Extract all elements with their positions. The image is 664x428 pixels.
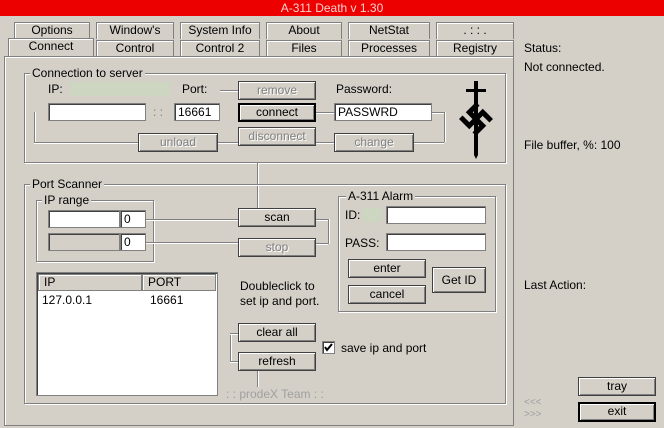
connector-line xyxy=(432,112,444,114)
credit-text: : : prodeX Team : : xyxy=(226,387,324,401)
scan-button[interactable]: scan xyxy=(238,208,316,227)
save-ip-port-label[interactable]: save ip and port xyxy=(341,341,426,355)
connector-line xyxy=(34,142,138,144)
connect-button[interactable]: connect xyxy=(238,103,316,122)
tray-button[interactable]: tray xyxy=(578,377,656,396)
clear-all-button[interactable]: clear all xyxy=(238,323,316,342)
ip-label: IP: xyxy=(48,82,63,96)
cancel-button[interactable]: cancel xyxy=(348,285,426,304)
alarm-pass-input[interactable] xyxy=(386,233,486,251)
alarm-id-highlight xyxy=(362,208,382,222)
tab-processes[interactable]: Processes xyxy=(348,40,430,57)
tab-connect[interactable]: Connect xyxy=(8,38,94,57)
connector-line xyxy=(34,112,36,142)
status-label: Status: xyxy=(524,41,562,55)
list-header-port[interactable]: PORT xyxy=(142,274,216,291)
password-input[interactable]: PASSWRD xyxy=(334,103,432,121)
tab-netstat[interactable]: NetStat xyxy=(348,22,430,39)
arrows-right-icon: >>> xyxy=(524,409,542,420)
tab-dots[interactable]: . : : . xyxy=(436,22,514,39)
connector-line xyxy=(218,142,238,144)
port-label: Port: xyxy=(182,82,208,96)
connection-group-label: Connection to server xyxy=(30,66,145,80)
enter-button[interactable]: enter xyxy=(348,259,426,278)
connector-line xyxy=(230,333,232,361)
alarm-id-input[interactable] xyxy=(386,206,486,224)
list-item-ip[interactable]: 127.0.0.1 xyxy=(42,293,92,307)
connector-line xyxy=(316,219,328,221)
ip-port-separator: : : xyxy=(153,105,164,119)
connector-line xyxy=(414,142,444,144)
unload-button[interactable]: unload xyxy=(138,133,218,152)
list-item-port[interactable]: 16661 xyxy=(150,293,183,307)
get-id-button[interactable]: Get ID xyxy=(432,267,486,293)
connector-line xyxy=(220,90,238,92)
save-ip-port-checkbox[interactable] xyxy=(322,341,335,354)
stop-button[interactable]: stop xyxy=(238,238,316,257)
connector-line xyxy=(316,112,334,114)
connector-line xyxy=(146,242,238,244)
password-label: Password: xyxy=(336,82,393,96)
alarm-group-label: A-311 Alarm xyxy=(346,189,416,203)
alarm-id-label: ID: xyxy=(345,208,361,222)
connector-line xyxy=(230,333,238,335)
ip-label-highlight xyxy=(70,82,170,96)
ip-range-to-input[interactable] xyxy=(48,233,120,251)
tab-options[interactable]: Options xyxy=(14,22,90,39)
ip-range-label: IP range xyxy=(42,193,92,207)
connector-line xyxy=(230,361,238,363)
list-header-ip[interactable]: IP xyxy=(38,274,142,291)
tab-registry[interactable]: Registry xyxy=(436,40,514,57)
refresh-button[interactable]: refresh xyxy=(238,352,316,371)
checkmark-icon xyxy=(324,343,333,352)
alarm-pass-label: PASS: xyxy=(345,236,380,250)
hint-text-line1: Doubleclick to xyxy=(240,279,315,293)
ip-range-from-input[interactable] xyxy=(48,210,120,228)
connector-line xyxy=(328,219,330,244)
status-value: Not connected. xyxy=(524,60,605,74)
tab-system-info[interactable]: System Info xyxy=(180,22,260,39)
connector-line xyxy=(146,219,238,221)
port-input[interactable]: 16661 xyxy=(174,103,220,121)
last-action-label: Last Action: xyxy=(524,278,587,292)
ip-input[interactable] xyxy=(48,103,146,121)
logo-icon xyxy=(456,79,496,159)
tab-windows[interactable]: Window's xyxy=(96,22,174,39)
tab-files[interactable]: Files xyxy=(266,40,342,57)
connector-line xyxy=(316,142,334,144)
window-title: A-311 Death v 1.30 xyxy=(280,1,384,15)
port-scanner-label: Port Scanner xyxy=(30,177,105,191)
connector-line xyxy=(257,371,259,387)
hint-text-line2: set ip and port. xyxy=(240,294,320,308)
tab-control-2[interactable]: Control 2 xyxy=(180,40,260,57)
arrows-left-icon: <<< xyxy=(524,397,542,408)
connector-line xyxy=(444,112,446,142)
disconnect-button[interactable]: disconnect xyxy=(238,127,316,146)
tab-about[interactable]: About xyxy=(266,22,342,39)
file-buffer-text: File buffer, %: 100 xyxy=(524,138,621,152)
change-button[interactable]: change xyxy=(334,133,414,152)
remove-button[interactable]: remove xyxy=(238,81,316,100)
tab-control[interactable]: Control xyxy=(96,40,174,57)
ip-range-from-suffix[interactable]: 0 xyxy=(120,210,146,228)
connector-line xyxy=(316,243,328,245)
ip-range-to-suffix[interactable]: 0 xyxy=(120,233,146,251)
exit-button[interactable]: exit xyxy=(578,402,656,422)
